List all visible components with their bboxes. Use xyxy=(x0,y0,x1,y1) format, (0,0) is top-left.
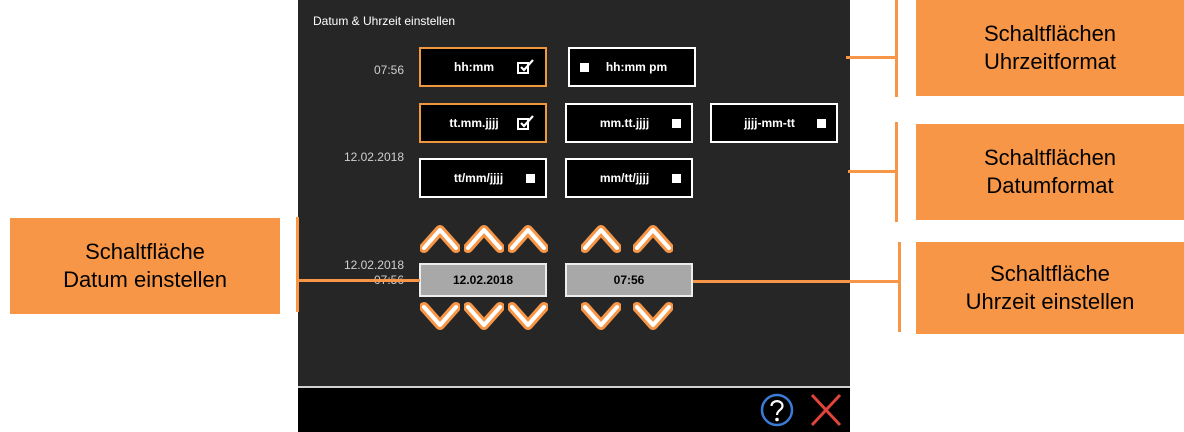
callout-text: Schaltflächen xyxy=(983,21,1117,46)
current-date-label: 12.02.2018 xyxy=(343,258,404,272)
date-format-label: mm.tt.jjjj xyxy=(599,116,650,130)
callout-time-format: Schaltflächen Uhrzeitformat xyxy=(916,0,1184,96)
minute-down-arrow-icon[interactable] xyxy=(633,299,673,333)
callout-leader-date-format xyxy=(848,170,896,173)
year-down-arrow-icon[interactable] xyxy=(508,299,548,333)
callout-leader-set-time xyxy=(693,280,899,283)
callout-set-date: Schaltfläche Datum einstellen xyxy=(10,218,280,314)
checkbox-checked-icon xyxy=(517,59,534,74)
close-x-icon[interactable] xyxy=(808,391,844,429)
day-up-arrow-icon[interactable] xyxy=(420,221,460,255)
time-preview: 07:56 xyxy=(373,63,404,77)
hour-up-arrow-icon[interactable] xyxy=(581,221,621,255)
callout-leader-time-format xyxy=(846,56,896,59)
checkbox-empty-icon xyxy=(580,62,589,72)
date-format-label: tt.mm.jjjj xyxy=(449,116,499,130)
date-preview: 12.02.2018 xyxy=(343,150,404,164)
hour-down-arrow-icon[interactable] xyxy=(581,299,621,333)
date-format-jjjjmmtt-button[interactable]: jjjj-mm-tt xyxy=(710,103,838,143)
time-format-label: hh:mm xyxy=(454,60,494,74)
date-format-label: mm/tt/jjjj xyxy=(599,171,650,185)
date-format-ttmmjjjj-button[interactable]: tt.mm.jjjj xyxy=(419,103,547,143)
month-down-arrow-icon[interactable] xyxy=(464,299,504,333)
checkbox-empty-icon xyxy=(817,118,826,128)
callout-text: Uhrzeitformat xyxy=(983,49,1117,74)
day-down-arrow-icon[interactable] xyxy=(420,299,460,333)
set-time-button[interactable]: 07:56 xyxy=(565,263,693,297)
question-circle-icon[interactable] xyxy=(760,393,794,427)
callout-bracket-time-format xyxy=(895,0,898,97)
checkbox-empty-icon xyxy=(672,173,681,183)
callout-text: Uhrzeit einstellen xyxy=(965,289,1135,314)
callout-text: Schaltfläche xyxy=(85,239,205,264)
date-format-mmttjjjj-button[interactable]: mm.tt.jjjj xyxy=(565,103,693,143)
callout-bracket-set-date xyxy=(296,217,299,312)
checkbox-empty-icon xyxy=(526,173,535,183)
callout-text: Schaltfläche xyxy=(990,261,1110,286)
callout-text: Datum einstellen xyxy=(63,267,227,292)
time-format-hhmmpm-button[interactable]: hh:mm pm xyxy=(568,47,696,87)
dialog-title: Datum & Uhrzeit einstellen xyxy=(313,14,456,28)
callout-leader-set-date xyxy=(298,279,420,282)
time-format-label: hh:mm pm xyxy=(605,60,668,74)
callout-text: Schaltflächen xyxy=(983,145,1117,170)
callout-date-format: Schaltflächen Datumformat xyxy=(916,124,1184,220)
callout-set-time: Schaltfläche Uhrzeit einstellen xyxy=(916,242,1184,334)
checkbox-checked-icon xyxy=(517,115,534,130)
set-date-button[interactable]: 12.02.2018 xyxy=(419,263,547,297)
callout-text: Datumformat xyxy=(986,173,1114,198)
callout-bracket-set-time xyxy=(898,242,901,332)
minute-up-arrow-icon[interactable] xyxy=(633,221,673,255)
date-format-label: tt/mm/jjjj xyxy=(453,171,504,185)
date-format-mm-tt-jjjj-slash-button[interactable]: mm/tt/jjjj xyxy=(565,158,693,198)
checkbox-empty-icon xyxy=(672,118,681,128)
date-format-label: jjjj-mm-tt xyxy=(744,116,795,130)
year-up-arrow-icon[interactable] xyxy=(508,221,548,255)
date-format-tt-mm-jjjj-slash-button[interactable]: tt/mm/jjjj xyxy=(419,158,547,198)
month-up-arrow-icon[interactable] xyxy=(464,221,504,255)
time-format-hhmm-button[interactable]: hh:mm xyxy=(419,47,547,87)
